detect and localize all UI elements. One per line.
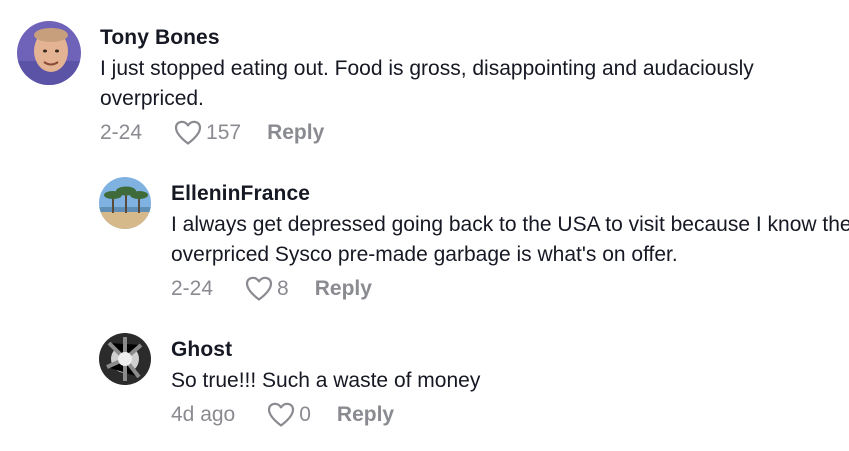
like-count: 157	[206, 121, 242, 144]
avatar[interactable]	[99, 333, 151, 385]
comment-date: 2-24	[100, 121, 143, 144]
comment-username[interactable]: Tony Bones	[100, 25, 845, 51]
like-button[interactable]: 157	[174, 120, 241, 146]
comment-text: I always get depressed going back to the…	[171, 213, 849, 266]
reply-button[interactable]: Reply	[337, 403, 394, 427]
comment-meta: 2-24 8 Reply	[171, 276, 849, 302]
comment-date: 2-24	[171, 277, 214, 300]
comment-meta: 4d ago 0 Reply	[171, 402, 849, 428]
comment-reply-item: Ghost So true!!! Such a waste of money 4…	[99, 333, 849, 428]
comment-date: 4d ago	[171, 403, 236, 426]
reply-button[interactable]: Reply	[267, 121, 324, 145]
comment-meta: 2-24 157 Reply	[100, 120, 845, 146]
heart-outline-icon	[268, 402, 295, 427]
like-count: 0	[299, 403, 311, 426]
comment-item: Tony Bones I just stopped eating out. Fo…	[17, 21, 845, 146]
comment-text: I just stopped eating out. Food is gross…	[100, 57, 754, 110]
comment-text: So true!!! Such a waste of money	[171, 369, 481, 392]
avatar[interactable]	[99, 177, 151, 229]
comment-username[interactable]: Ghost	[171, 337, 849, 363]
like-button[interactable]: 0	[267, 402, 311, 428]
avatar[interactable]	[17, 21, 81, 85]
heart-outline-icon	[174, 120, 202, 145]
comment-username[interactable]: ElleninFrance	[171, 181, 849, 207]
reply-button[interactable]: Reply	[315, 277, 372, 301]
like-count: 8	[277, 277, 289, 300]
comment-reply-item: ElleninFrance I always get depressed goi…	[99, 177, 849, 302]
like-button[interactable]: 8	[245, 276, 289, 302]
heart-outline-icon	[245, 276, 273, 301]
